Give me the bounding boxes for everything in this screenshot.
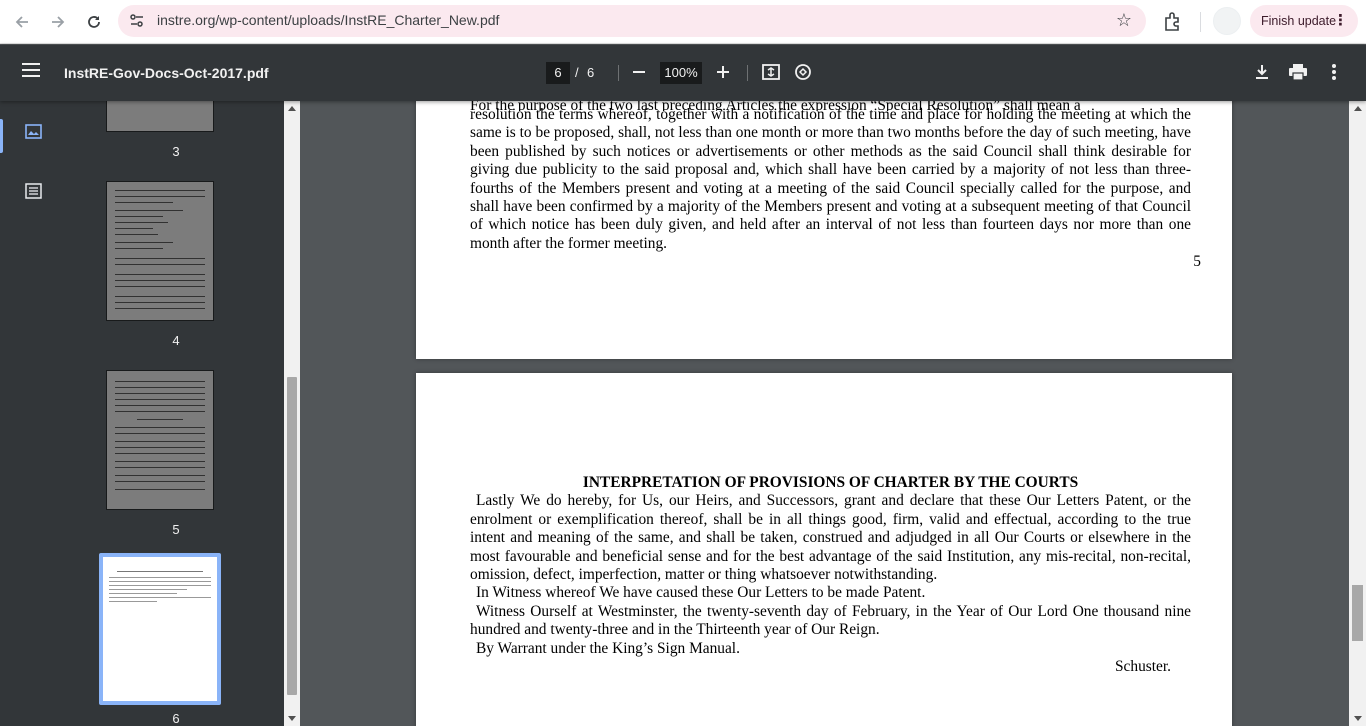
toolbar-divider xyxy=(1200,12,1201,32)
browser-toolbar: instre.org/wp-content/uploads/InstRE_Cha… xyxy=(0,0,1366,44)
image-icon xyxy=(25,124,42,139)
zoom-level-input[interactable]: 100% xyxy=(660,62,702,84)
thumbnail-page-5[interactable] xyxy=(106,370,214,510)
pdf-toolbar: InstRE-Gov-Docs-Oct-2017.pdf 6 / 6 100% xyxy=(0,45,1366,101)
reload-icon xyxy=(88,16,100,28)
paragraph-text: Witness Ourself at Westminster, the twen… xyxy=(470,602,1191,639)
list-icon xyxy=(25,183,42,199)
plus-icon xyxy=(717,66,729,78)
sidebar-rail xyxy=(0,101,68,726)
document-title: InstRE-Gov-Docs-Oct-2017.pdf xyxy=(64,65,269,81)
total-pages: 6 xyxy=(587,65,595,80)
pdf-page-6: INTERPRETATION OF PROVISIONS OF CHARTER … xyxy=(416,373,1232,726)
thumbnail-number: 4 xyxy=(172,333,180,348)
scrollbar-thumb[interactable] xyxy=(1352,585,1363,641)
document-scrollbar[interactable] xyxy=(1349,101,1366,726)
download-button[interactable] xyxy=(1250,60,1274,84)
more-actions-button[interactable] xyxy=(1322,60,1346,84)
paragraph-text: By Warrant under the King’s Sign Manual. xyxy=(476,639,740,657)
reload-button[interactable] xyxy=(80,8,108,36)
toolbar-divider xyxy=(618,65,619,81)
scroll-up-icon[interactable] xyxy=(1354,106,1362,111)
fit-page-icon xyxy=(762,64,780,80)
address-bar[interactable]: instre.org/wp-content/uploads/InstRE_Cha… xyxy=(118,5,1146,37)
thumbnail-number: 5 xyxy=(172,522,180,537)
paragraph-text: Lastly We do hereby, for Us, our Heirs, … xyxy=(470,492,1191,584)
outline-view-button[interactable] xyxy=(0,171,68,213)
download-icon xyxy=(1256,65,1268,79)
section-heading: INTERPRETATION OF PROVISIONS OF CHARTER … xyxy=(582,474,1079,491)
page-number-label: 5 xyxy=(1193,253,1201,270)
signature: Schuster. xyxy=(1114,658,1171,676)
printer-icon xyxy=(1289,64,1307,81)
toolbar-divider xyxy=(747,65,748,81)
print-button[interactable] xyxy=(1286,60,1310,84)
page-separator: / xyxy=(575,65,579,80)
thumbnail-page-6[interactable] xyxy=(99,553,221,705)
forward-button[interactable] xyxy=(44,8,72,36)
arrow-right-icon xyxy=(52,16,65,28)
more-vert-icon xyxy=(1332,64,1336,80)
fit-to-page-button[interactable] xyxy=(759,60,783,84)
finish-update-button[interactable]: Finish update ⋮ xyxy=(1250,5,1358,37)
paragraph-text: resolution the terms whereof, together w… xyxy=(470,106,1191,252)
finish-update-label: Finish update xyxy=(1261,14,1337,28)
thumbnail-number: 3 xyxy=(172,144,180,159)
scrollbar-thumb[interactable] xyxy=(287,377,297,695)
scroll-down-icon[interactable] xyxy=(1354,716,1362,721)
minus-icon xyxy=(633,71,645,73)
zoom-out-button[interactable] xyxy=(627,60,651,84)
bookmark-star-icon[interactable]: ☆ xyxy=(1116,10,1132,31)
site-info-icon[interactable] xyxy=(128,12,146,30)
scroll-down-icon[interactable] xyxy=(288,716,296,721)
extensions-icon[interactable] xyxy=(1160,9,1186,35)
page-number-input[interactable]: 6 xyxy=(546,62,570,84)
profile-avatar[interactable] xyxy=(1213,7,1241,35)
paragraph-text: In Witness whereof We have caused these … xyxy=(476,584,926,602)
rotate-icon xyxy=(795,64,811,80)
thumbnail-page-4[interactable] xyxy=(106,181,214,321)
scroll-up-icon[interactable] xyxy=(288,106,296,111)
thumbnail-page-3[interactable] xyxy=(106,101,214,132)
document-viewer: For the purpose of the two last precedin… xyxy=(300,101,1349,726)
zoom-in-button[interactable] xyxy=(711,60,735,84)
page-5-paragraph: resolution the terms whereof, together w… xyxy=(470,106,1191,253)
back-button[interactable] xyxy=(8,8,36,36)
thumbnail-panel: 3 4 5 6 xyxy=(68,101,284,726)
arrow-left-icon xyxy=(15,16,28,28)
pdf-page-5: For the purpose of the two last precedin… xyxy=(416,101,1232,359)
thumbnails-view-button[interactable] xyxy=(0,111,68,153)
page-6-body: INTERPRETATION OF PROVISIONS OF CHARTER … xyxy=(470,474,1191,676)
thumbnail-number: 6 xyxy=(172,711,180,726)
rotate-button[interactable] xyxy=(791,60,815,84)
more-vert-icon: ⋮ xyxy=(1333,12,1348,29)
menu-icon[interactable] xyxy=(22,63,40,77)
thumbnail-scrollbar[interactable] xyxy=(284,101,300,726)
url-text[interactable]: instre.org/wp-content/uploads/InstRE_Cha… xyxy=(157,12,499,28)
